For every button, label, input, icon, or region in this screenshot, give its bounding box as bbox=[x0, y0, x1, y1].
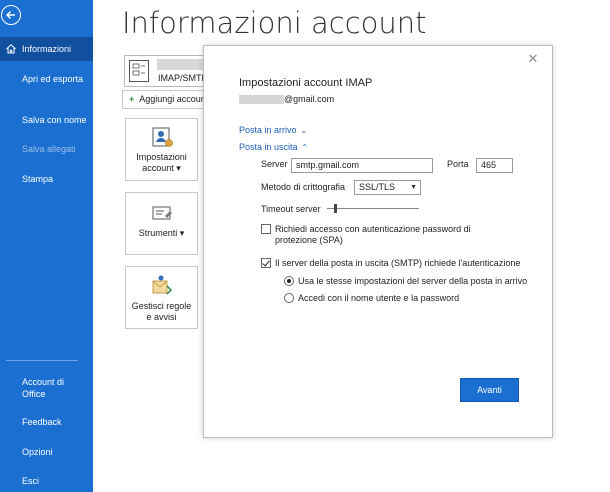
tile-label: Gestisci regole e avvisi bbox=[131, 301, 192, 322]
sidebar-item-stampa[interactable]: Stampa bbox=[0, 167, 93, 191]
imap-settings-dialog: ✕ Impostazioni account IMAP @gmail.com P… bbox=[203, 45, 553, 438]
tile-label: Impostazioni account ▾ bbox=[136, 152, 187, 173]
rules-alerts-tile[interactable]: Gestisci regole e avvisi bbox=[125, 266, 198, 329]
timeout-label: Timeout server bbox=[261, 204, 321, 214]
chevron-up-icon: ⌃ bbox=[301, 143, 309, 152]
login-radio[interactable] bbox=[284, 293, 294, 303]
sidebar-item-label: Salva allegati bbox=[22, 144, 76, 154]
sidebar-item-salva-allegati: Salva allegati bbox=[0, 137, 93, 161]
outgoing-mail-label: Posta in uscita bbox=[239, 142, 298, 152]
server-label: Server bbox=[261, 159, 288, 169]
sidebar-item-feedback[interactable]: Feedback bbox=[0, 410, 93, 434]
port-input[interactable]: 465 bbox=[476, 158, 513, 173]
redacted-email bbox=[239, 95, 284, 104]
timeout-slider-thumb[interactable] bbox=[333, 204, 337, 213]
incoming-mail-toggle[interactable]: Posta in arrivo ⌄ bbox=[239, 125, 307, 135]
same-settings-radio[interactable] bbox=[284, 276, 294, 286]
plus-icon: + bbox=[129, 94, 135, 104]
account-settings-icon bbox=[152, 127, 173, 147]
add-account-button[interactable]: + Aggiungi account bbox=[122, 90, 214, 109]
sidebar-item-apri-esporta[interactable]: Apri ed esporta bbox=[0, 67, 93, 91]
timeout-slider[interactable] bbox=[327, 208, 419, 209]
port-label: Porta bbox=[447, 159, 469, 169]
account-settings-tile[interactable]: Impostazioni account ▾ bbox=[125, 118, 198, 181]
home-icon bbox=[6, 44, 16, 54]
chevron-down-icon: ⌄ bbox=[300, 126, 308, 135]
sidebar-item-label: Apri ed esporta bbox=[22, 74, 84, 84]
same-settings-label: Usa le stesse impostazioni del server de… bbox=[298, 276, 528, 286]
close-icon[interactable]: ✕ bbox=[526, 52, 540, 66]
sidebar-item-account-office[interactable]: Account di Office bbox=[0, 374, 93, 402]
back-arrow-icon[interactable] bbox=[1, 5, 21, 25]
page-title: Informazioni account bbox=[122, 6, 427, 40]
dialog-title: Impostazioni account IMAP bbox=[239, 77, 373, 89]
sidebar-item-salva-con-nome[interactable]: Salva con nome bbox=[0, 108, 93, 132]
sidebar-item-opzioni[interactable]: Opzioni bbox=[0, 440, 93, 464]
next-button[interactable]: Avanti bbox=[460, 378, 519, 402]
account-type: IMAP/SMTP bbox=[158, 73, 208, 83]
spa-checkbox[interactable] bbox=[261, 224, 271, 234]
server-input[interactable]: smtp.gmail.com bbox=[291, 158, 433, 173]
sidebar-item-label: Informazioni bbox=[22, 44, 72, 54]
rules-alerts-icon bbox=[152, 275, 173, 295]
incoming-mail-label: Posta in arrivo bbox=[239, 125, 297, 135]
tile-label: Strumenti ▾ bbox=[138, 228, 185, 238]
backstage-sidebar: Informazioni Apri ed esporta Salva con n… bbox=[0, 0, 93, 492]
encryption-select[interactable]: SSL/TLS ▼ bbox=[354, 180, 421, 195]
tools-icon bbox=[152, 206, 172, 220]
spa-label: Richiedi accesso con autenticazione pass… bbox=[275, 224, 471, 245]
account-icon bbox=[129, 60, 149, 82]
sidebar-item-esci[interactable]: Esci bbox=[0, 469, 93, 492]
chevron-down-icon: ▼ bbox=[410, 184, 417, 191]
encryption-label: Metodo di crittografia bbox=[261, 182, 346, 192]
sidebar-item-label: Opzioni bbox=[22, 447, 53, 457]
add-account-label: Aggiungi account bbox=[139, 94, 209, 104]
tools-tile[interactable]: Strumenti ▾ bbox=[125, 192, 198, 255]
smtp-auth-checkbox[interactable] bbox=[261, 258, 271, 268]
sidebar-item-label: Feedback bbox=[22, 417, 62, 427]
smtp-auth-label: Il server della posta in uscita (SMTP) r… bbox=[275, 258, 521, 268]
sidebar-item-informazioni[interactable]: Informazioni bbox=[0, 37, 93, 61]
email-address: @gmail.com bbox=[284, 94, 335, 104]
login-label: Accedi con il nome utente e la password bbox=[298, 293, 460, 303]
sidebar-item-label[interactable]: Stampa bbox=[22, 174, 53, 184]
account-selector[interactable]: IMAP/SMTP bbox=[124, 55, 214, 87]
encryption-value: SSL/TLS bbox=[359, 182, 396, 192]
sidebar-item-label: Account di Office bbox=[22, 377, 65, 399]
sidebar-item-label: Esci bbox=[22, 476, 40, 486]
sidebar-item-label: Salva con nome bbox=[22, 115, 87, 125]
sidebar-divider bbox=[6, 360, 78, 361]
outgoing-mail-toggle[interactable]: Posta in uscita ⌃ bbox=[239, 142, 308, 152]
